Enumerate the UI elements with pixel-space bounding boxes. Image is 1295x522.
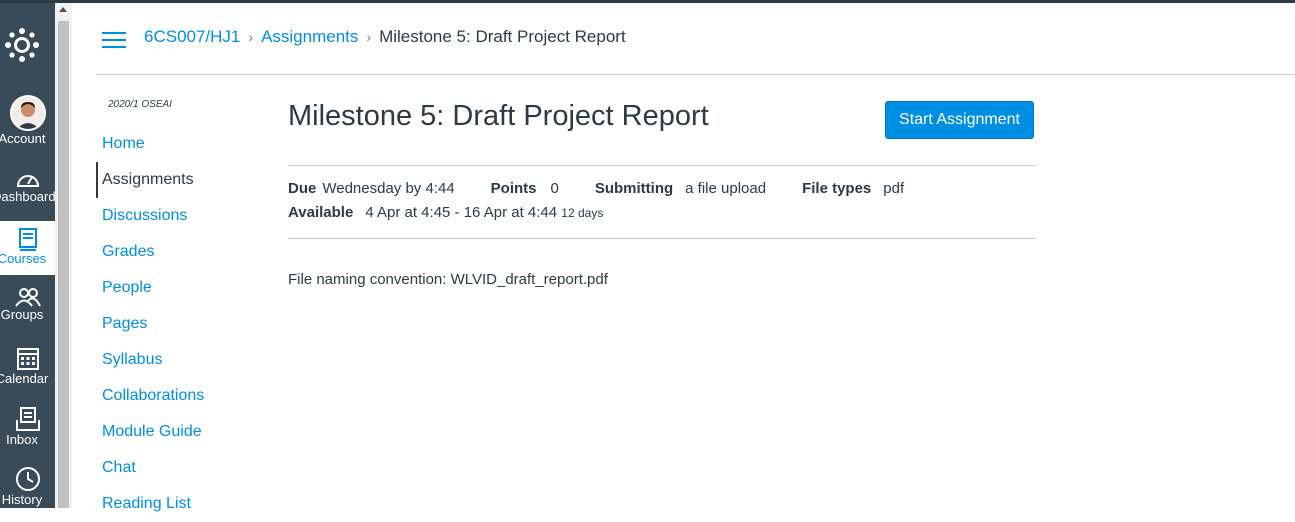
nav-account-label: Account	[0, 131, 46, 146]
course-nav-collaborations[interactable]: Collaborations	[96, 378, 256, 414]
hamburger-menu-icon[interactable]	[102, 30, 126, 48]
course-nav-grades[interactable]: Grades	[96, 234, 256, 270]
course-term: 2020/1 OSEAI	[108, 99, 172, 110]
available-duration: 12 days	[561, 206, 604, 220]
due-label: Due	[288, 180, 317, 197]
divider	[288, 165, 1036, 166]
divider	[288, 238, 1036, 239]
submitting-value: a file upload	[685, 180, 767, 197]
assignment-description: File naming convention: WLVID_draft_repo…	[288, 271, 608, 288]
scrollbar-thumb[interactable]	[58, 21, 69, 508]
nav-groups[interactable]: Groups	[0, 287, 55, 323]
nav-courses-label: Courses	[0, 251, 47, 266]
course-nav-people[interactable]: People	[96, 270, 256, 306]
course-nav-module-guide[interactable]: Module Guide	[96, 414, 256, 450]
courses-icon	[18, 228, 37, 251]
sidebar-scrollbar[interactable]	[55, 3, 72, 508]
breadcrumb-current: Milestone 5: Draft Project Report	[379, 27, 626, 46]
nav-groups-label: Groups	[0, 307, 44, 322]
nav-history-label: History	[1, 492, 43, 507]
course-nav-home[interactable]: Home	[96, 126, 256, 162]
groups-icon	[14, 288, 41, 307]
canvas-logo-icon[interactable]	[2, 25, 42, 65]
breadcrumb-assignments[interactable]: Assignments	[261, 27, 358, 46]
page-header: 6CS007/HJ1 › Assignments › Milestone 5: Draf…	[96, 3, 1295, 75]
assignment-details-row-1: Due Wednesday by 4:44 Points 0 Submitting a f…	[288, 180, 904, 197]
course-nav-syllabus[interactable]: Syllabus	[96, 342, 256, 378]
course-navigation: Home Assignments Discussions Grades Peop…	[96, 126, 256, 522]
account-avatar	[9, 95, 46, 131]
nav-dashboard[interactable]: Dashboard	[0, 169, 55, 205]
available-label: Available	[288, 204, 354, 221]
submitting-label: Submitting	[594, 180, 674, 197]
nav-history[interactable]: History	[0, 466, 55, 508]
scroll-up-arrow-icon[interactable]	[59, 7, 67, 12]
nav-courses[interactable]: Courses	[0, 221, 55, 275]
calendar-icon	[16, 348, 39, 370]
assignment-details-row-2: Available 4 Apr at 4:45 - 16 Apr at 4:44 …	[288, 204, 603, 221]
file-types-label: File types	[802, 180, 872, 197]
points-label: Points	[490, 180, 537, 197]
nav-inbox[interactable]: Inbox	[0, 406, 55, 448]
nav-dashboard-label: Dashboard	[0, 189, 55, 204]
nav-calendar[interactable]: Calendar	[0, 345, 55, 387]
points-value: 0	[550, 180, 559, 197]
inbox-icon	[15, 407, 40, 431]
history-icon	[15, 467, 40, 491]
due-value: Wednesday by 4:44	[322, 180, 455, 197]
chevron-right-icon: ›	[366, 29, 372, 45]
page-title: Milestone 5: Draft Project Report	[288, 100, 709, 132]
file-types-value: pdf	[883, 180, 905, 197]
start-assignment-button[interactable]: Start Assignment	[885, 101, 1034, 139]
chevron-right-icon: ›	[248, 29, 254, 45]
course-nav-assignments[interactable]: Assignments	[96, 162, 256, 198]
global-navigation: Account Dashboard Courses Groups	[0, 3, 55, 508]
nav-inbox-label: Inbox	[6, 432, 38, 447]
course-nav-discussions[interactable]: Discussions	[96, 198, 256, 234]
available-value: 4 Apr at 4:45 - 16 Apr at 4:44	[365, 204, 558, 221]
nav-calendar-label: Calendar	[0, 371, 49, 386]
dashboard-icon	[16, 175, 39, 187]
breadcrumb-course[interactable]: 6CS007/HJ1	[144, 27, 240, 46]
course-nav-reading-list[interactable]: Reading List	[96, 486, 256, 522]
course-nav-chat[interactable]: Chat	[96, 450, 256, 486]
breadcrumb: 6CS007/HJ1 › Assignments › Milestone 5: Draf…	[144, 27, 626, 47]
course-nav-pages[interactable]: Pages	[96, 306, 256, 342]
nav-account[interactable]: Account	[0, 95, 55, 147]
